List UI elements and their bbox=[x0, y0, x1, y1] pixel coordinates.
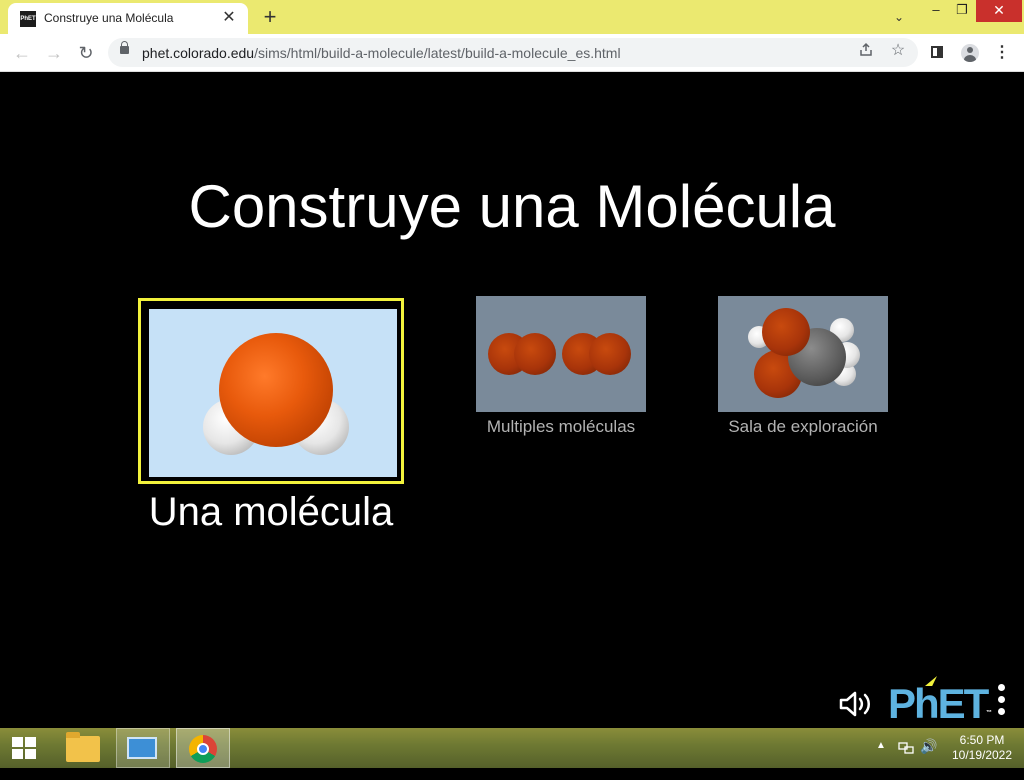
sound-on-icon[interactable] bbox=[838, 690, 874, 718]
url-path: /sims/html/build-a-molecule/latest/build… bbox=[254, 45, 621, 61]
volume-icon[interactable]: 🔊 bbox=[920, 738, 937, 778]
window-close-button[interactable]: ✕ bbox=[976, 0, 1022, 22]
file-explorer-taskbar-icon[interactable] bbox=[58, 728, 112, 768]
tab-search-chevron-icon[interactable]: ⌄ bbox=[888, 7, 910, 27]
back-arrow-icon[interactable]: ← bbox=[10, 41, 34, 65]
network-icon[interactable] bbox=[898, 740, 914, 756]
phet-logo-text: PhET bbox=[888, 680, 989, 727]
screen-button-una-molecula[interactable] bbox=[138, 298, 404, 484]
oxygen-atom bbox=[762, 308, 810, 356]
browser-tab-strip: PhET Construye una Molécula ✕ + ⌄ – ❐ ✕ bbox=[0, 0, 1024, 34]
reload-icon[interactable]: ↻ bbox=[74, 41, 98, 65]
screen-label-una-molecula[interactable]: Una molécula bbox=[138, 490, 404, 535]
trademark-symbol: ™ bbox=[986, 710, 992, 716]
screen-label-sala-de-exploracion[interactable]: Sala de exploración bbox=[718, 417, 888, 437]
window-minimize-button[interactable]: – bbox=[922, 0, 950, 22]
window-restore-button[interactable]: ❐ bbox=[948, 0, 976, 22]
start-button[interactable] bbox=[0, 728, 48, 768]
browser-toolbar: ← → ↻ phet.colorado.edu/sims/html/build-… bbox=[0, 34, 1024, 72]
sim-title: Construye una Molécula bbox=[188, 173, 836, 240]
url-host: phet.colorado.edu bbox=[142, 45, 255, 61]
forward-arrow-icon[interactable]: → bbox=[42, 41, 66, 65]
show-hidden-icons-arrow-icon[interactable]: ▲ bbox=[876, 740, 886, 780]
sim-options-menu-icon[interactable] bbox=[996, 684, 1008, 724]
tab-close-icon[interactable]: ✕ bbox=[220, 8, 238, 28]
oxygen-atom bbox=[219, 333, 333, 447]
new-tab-button[interactable]: + bbox=[258, 4, 282, 30]
windows-taskbar: ▲ 🔊 6:50 PM 10/19/2022 bbox=[0, 728, 1024, 768]
oxygen-atom bbox=[589, 333, 631, 375]
tab-title: Construye una Molécula bbox=[44, 11, 174, 25]
clock-time: 6:50 PM bbox=[959, 733, 1005, 747]
screen-button-sala-de-exploracion[interactable] bbox=[718, 296, 888, 412]
phet-logo[interactable]: PhET ™ bbox=[888, 676, 992, 727]
share-icon[interactable] bbox=[856, 42, 876, 62]
water-molecule-thumbnail bbox=[149, 309, 397, 477]
clock-date: 10/19/2022 bbox=[951, 748, 1013, 762]
url-text[interactable]: phet.colorado.edu/sims/html/build-a-mole… bbox=[142, 45, 621, 61]
lock-icon[interactable] bbox=[120, 41, 129, 54]
browser-tab[interactable]: PhET Construye una Molécula ✕ bbox=[8, 3, 248, 34]
selection-highlight bbox=[138, 298, 404, 484]
side-panel-icon[interactable] bbox=[926, 41, 950, 65]
bookmark-star-icon[interactable]: ☆ bbox=[888, 41, 908, 61]
phet-favicon-icon: PhET bbox=[20, 11, 36, 27]
control-panel-taskbar-icon[interactable] bbox=[116, 728, 170, 768]
browser-menu-icon[interactable]: ⋮ bbox=[990, 41, 1014, 65]
address-bar[interactable]: phet.colorado.edu/sims/html/build-a-mole… bbox=[108, 38, 918, 67]
screen-button-multiples-moleculas[interactable] bbox=[476, 296, 646, 412]
screen-label-multiples-moleculas[interactable]: Multiples moléculas bbox=[476, 417, 646, 437]
taskbar-clock[interactable]: 6:50 PM 10/19/2022 bbox=[944, 733, 1020, 763]
profile-avatar-icon[interactable] bbox=[958, 41, 982, 65]
chrome-taskbar-icon[interactable] bbox=[176, 728, 230, 768]
oxygen-atom bbox=[514, 333, 556, 375]
windows-logo-icon bbox=[12, 737, 36, 759]
sim-home-screen: Construye una Molécula Una molécula Mult… bbox=[0, 72, 1024, 728]
